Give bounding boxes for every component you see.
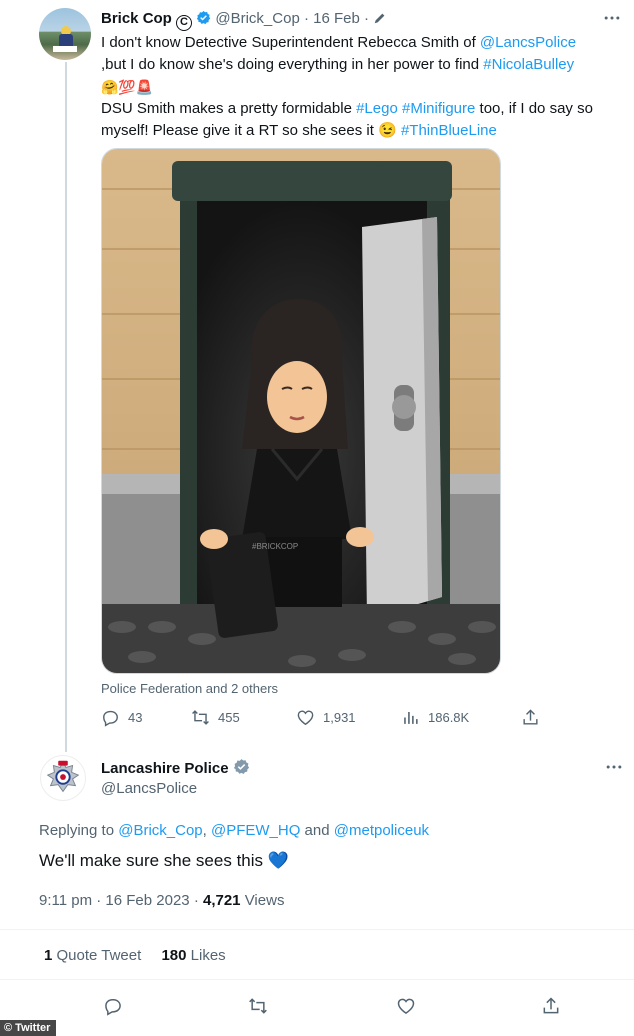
likes-link[interactable]: 180 Likes (161, 947, 225, 964)
quote-label: Quote Tweet (52, 947, 142, 964)
replying-label: Replying to (39, 822, 119, 839)
separator: , (202, 822, 211, 839)
tweet1-display-name[interactable]: Brick Cop (101, 10, 172, 27)
tweet1-date[interactable]: 16 Feb (313, 10, 360, 27)
verified-icon (233, 759, 249, 775)
media-watermark: #BRICKCOP (252, 542, 298, 551)
reply-button[interactable]: 43 (101, 708, 142, 727)
likes-label: Likes (186, 947, 226, 964)
tweet1-handle[interactable]: @Brick_Cop (215, 10, 299, 27)
retweet-icon[interactable] (248, 996, 268, 1016)
reply-icon (103, 710, 118, 727)
reply-count: 43 (128, 710, 143, 725)
mention-link[interactable]: @Brick_Cop (118, 822, 202, 839)
replying-to: Replying to @Brick_Cop, @PFEW_HQ and @me… (39, 822, 429, 839)
tweet2-action-bar (0, 996, 634, 1020)
hashtag-link[interactable]: #NicolaBulley (483, 56, 574, 73)
lego-minifigure-photo: #BRICKCOP (102, 149, 500, 673)
divider (0, 929, 634, 930)
tagged-people[interactable]: Police Federation and 2 others (101, 681, 278, 696)
quote-tweets-link[interactable]: 1 Quote Tweet (44, 947, 141, 964)
tweet1-action-bar: 43 455 1,931 186.8K (101, 708, 551, 732)
views-count: 4,721 (202, 892, 241, 909)
share-icon[interactable] (541, 996, 561, 1016)
views-label: Views (240, 892, 285, 909)
like-count: 1,931 (323, 710, 356, 725)
tweet1-text: I don't know Detective Superintendent Re… (101, 32, 621, 142)
share-button[interactable] (521, 708, 540, 727)
separator-dot: · (303, 10, 309, 27)
separator-dot: · (364, 10, 370, 27)
tweet-text-segment: I don't know Detective Superintendent Re… (101, 34, 480, 51)
views-count: 186.8K (428, 710, 470, 725)
tweet2-handle[interactable]: @LancsPolice (101, 780, 197, 797)
retweet-button[interactable]: 455 (191, 708, 240, 727)
tweet2-text: We'll make sure she sees this 💙 (39, 851, 289, 870)
likes-count: 180 (161, 947, 187, 964)
like-icon (297, 710, 314, 726)
share-icon (523, 709, 538, 725)
thread-connector (65, 62, 67, 752)
edit-icon (374, 13, 385, 24)
tweet-text-segment: ,but I do know she's doing everything in… (101, 56, 484, 73)
hashtag-link[interactable]: #Minifigure (402, 100, 475, 117)
lancashire-police-avatar[interactable] (40, 755, 86, 801)
more-icon[interactable] (602, 8, 622, 28)
more-icon[interactable] (604, 757, 624, 777)
wink-emoji: 😉 (378, 122, 397, 139)
like-button[interactable]: 1,931 (296, 708, 356, 727)
views-icon (404, 711, 418, 724)
separator: and (300, 822, 334, 839)
tweet1-header: Brick Cop C @Brick_Cop · 16 Feb · (101, 10, 387, 31)
police-badge-icon (46, 760, 80, 793)
tweet2-header: Lancashire Police (101, 758, 250, 777)
tweet2-timestamp: 9:11 pm · 16 Feb 2023 · 4,721 Views (39, 892, 284, 909)
mention-link[interactable]: @metpoliceuk (334, 822, 429, 839)
tweet-media-image[interactable]: #BRICKCOP (101, 148, 501, 674)
hashtag-link[interactable]: #Lego (356, 100, 398, 117)
like-icon[interactable] (396, 996, 416, 1016)
mention-link[interactable]: @PFEW_HQ (211, 822, 300, 839)
retweet-icon (192, 710, 209, 725)
engagement-stats: 1 Quote Tweet 180 Likes (44, 947, 226, 964)
mention-link[interactable]: @LancsPolice (480, 34, 576, 51)
twitter-watermark: © Twitter (0, 1020, 57, 1036)
copyright-icon: C (176, 15, 193, 31)
views-button[interactable]: 186.8K (401, 708, 469, 727)
hashtag-link[interactable]: #ThinBlueLine (401, 122, 497, 139)
emoji-row: 🤗💯🚨 (101, 79, 154, 95)
reply-icon[interactable] (103, 996, 123, 1016)
tweet2-display-name[interactable]: Lancashire Police (101, 760, 229, 777)
brick-cop-avatar[interactable] (39, 8, 91, 60)
verified-icon (197, 10, 211, 25)
retweet-count: 455 (218, 710, 240, 725)
timestamp[interactable]: 9:11 pm · 16 Feb 2023 · (39, 892, 203, 909)
divider (0, 979, 634, 980)
tweet-text-segment: DSU Smith makes a pretty formidable (101, 100, 357, 117)
